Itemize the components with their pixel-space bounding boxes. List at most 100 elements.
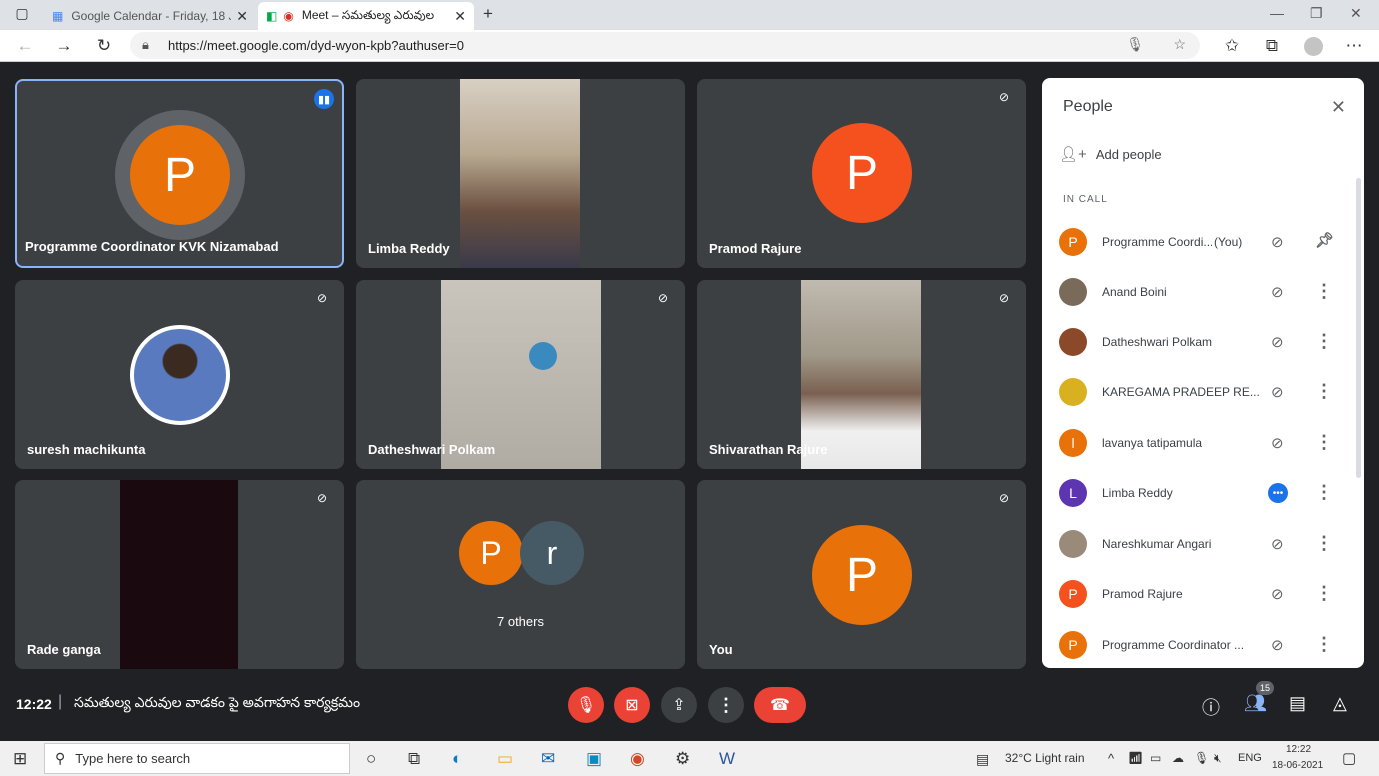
video-tile[interactable]: ⊘ Datheshwari Polkam xyxy=(356,280,685,469)
weather-icon[interactable]: ▤ xyxy=(976,751,989,768)
self-tile[interactable]: P ⊘ You xyxy=(697,480,1026,669)
minimize-icon[interactable]: — xyxy=(1270,5,1284,21)
others-tile[interactable]: P r 7 others xyxy=(356,480,685,669)
info-icon[interactable]: ⓘ xyxy=(1202,694,1220,720)
more-options-icon[interactable]: ⋮ xyxy=(1315,331,1333,352)
add-people-button[interactable]: 👤︎+ Add people xyxy=(1059,145,1162,163)
tab-actions-icon[interactable]: ▢ xyxy=(12,5,32,22)
more-options-icon[interactable]: ⋮ xyxy=(1315,533,1333,554)
close-tab-icon[interactable]: ✕ xyxy=(454,8,466,25)
participant-row[interactable]: Anand Boini ⊘ ⋮ xyxy=(1059,272,1349,312)
participant-row[interactable]: P Pramod Rajure ⊘ ⋮ xyxy=(1059,574,1349,614)
camera-toggle-button[interactable]: ⊠ xyxy=(614,687,650,723)
more-options-button[interactable]: ⋮ xyxy=(708,687,744,723)
add-person-icon: 👤︎+ xyxy=(1059,146,1087,163)
settings-icon[interactable]: ⚙ xyxy=(675,749,690,769)
chevron-up-icon[interactable]: ^ xyxy=(1108,751,1114,766)
collections-icon[interactable]: ⧉ xyxy=(1262,36,1282,56)
video-tile[interactable]: ⊘ Rade ganga xyxy=(15,480,344,669)
mic-off-icon: 🎙︎ xyxy=(575,697,597,714)
weather-text[interactable]: 32°C Light rain xyxy=(1005,751,1085,765)
hangup-icon: ☎︎ xyxy=(770,697,790,714)
network-icon[interactable]: 📶︎ xyxy=(1128,751,1143,765)
forward-icon[interactable]: → xyxy=(54,36,74,56)
taskbar-search[interactable]: ⚲ Type here to search xyxy=(44,743,350,774)
speaking-indicator-icon: ▮▮ xyxy=(314,89,334,109)
edge-icon[interactable]: ◐ xyxy=(452,749,462,769)
mic-off-icon: ⊘ xyxy=(999,491,1010,505)
participant-row[interactable]: Datheshwari Polkam ⊘ ⋮ xyxy=(1059,322,1349,362)
participant-count-badge: 15 xyxy=(1256,681,1274,695)
close-window-icon[interactable]: ✕ xyxy=(1350,5,1362,22)
tab-meet[interactable]: ◧ ◉ Meet – సమతుల్య ఎరువుల ✕ xyxy=(258,2,474,30)
participant-row[interactable]: P Programme Coordi... (You) ⊘ 📌︎ xyxy=(1059,222,1349,262)
ceiling-fan xyxy=(529,342,557,370)
chat-icon[interactable]: ▤ xyxy=(1289,693,1306,714)
language-indicator[interactable]: ENG xyxy=(1238,752,1262,764)
leave-call-button[interactable]: ☎︎ xyxy=(754,687,806,723)
avatar xyxy=(1059,278,1087,306)
more-options-icon[interactable]: ⋮ xyxy=(1315,281,1333,302)
video-tile[interactable]: ⊘ Shivarathan Rajure xyxy=(697,280,1026,469)
tab-calendar[interactable]: ▦ Google Calendar - Friday, 18 Jun ✕ xyxy=(44,2,256,30)
mic-off-icon: ⊘ xyxy=(1271,435,1284,452)
video-tile[interactable]: P ▮▮ Programme Coordinator KVK Nizamabad xyxy=(15,79,344,268)
battery-icon[interactable]: ▭ xyxy=(1150,751,1161,765)
onedrive-icon[interactable]: ☁ xyxy=(1172,751,1184,765)
scrollbar[interactable] xyxy=(1356,178,1361,478)
dell-app-icon[interactable]: ▣ xyxy=(586,749,602,769)
video-tile[interactable]: ⊘ suresh machikunta xyxy=(15,280,344,469)
microphone-icon[interactable]: 🎙︎ xyxy=(1194,751,1209,765)
notifications-icon[interactable]: ▢ xyxy=(1342,749,1356,767)
cortana-icon[interactable]: ○ xyxy=(366,749,376,769)
participant-name: Datheshwari Polkam xyxy=(368,442,496,457)
activities-icon[interactable]: ◬ xyxy=(1333,693,1347,714)
new-tab-icon[interactable]: + xyxy=(478,4,498,24)
close-panel-icon[interactable]: ✕ xyxy=(1331,97,1346,118)
favorites-icon[interactable]: ✩ xyxy=(1222,36,1242,56)
participant-row[interactable]: Nareshkumar Angari ⊘ ⋮ xyxy=(1059,524,1349,564)
participant-row[interactable]: L Limba Reddy ••• ⋮ xyxy=(1059,473,1349,513)
mail-icon[interactable]: ✉ xyxy=(541,749,555,769)
participant-name: Anand Boini xyxy=(1102,285,1167,299)
close-tab-icon[interactable]: ✕ xyxy=(236,8,248,25)
participant-row[interactable]: P Programme Coordinator ... ⊘ ⋮ xyxy=(1059,625,1349,665)
pin-icon[interactable]: 📌︎ xyxy=(1315,231,1334,249)
maximize-icon[interactable]: ❐ xyxy=(1310,5,1323,22)
avatar: P xyxy=(1059,580,1087,608)
powerpoint-icon[interactable]: ◉ xyxy=(630,749,645,769)
more-options-icon[interactable]: ⋮ xyxy=(1315,583,1333,604)
avatar: P xyxy=(812,525,912,625)
mic-toggle-button[interactable]: 🎙︎ xyxy=(568,687,604,723)
more-options-icon[interactable]: ⋮ xyxy=(1315,482,1333,503)
file-explorer-icon[interactable]: ▭ xyxy=(497,749,513,769)
video-tile[interactable]: Limba Reddy xyxy=(356,79,685,268)
participant-row[interactable]: l lavanya tatipamula ⊘ ⋮ xyxy=(1059,423,1349,463)
more-icon[interactable]: ⋯ xyxy=(1344,36,1364,56)
reload-icon[interactable]: ↻ xyxy=(94,36,114,56)
back-icon[interactable]: ← xyxy=(15,36,35,56)
favorite-icon[interactable]: ☆ xyxy=(1173,36,1186,53)
url-field[interactable]: 🔒︎ https://meet.google.com/dyd-wyon-kpb?… xyxy=(130,32,1200,59)
more-options-icon[interactable]: ⋮ xyxy=(1315,381,1333,402)
tab-title: Meet – సమతుల్య ఎరువుల xyxy=(301,7,435,22)
people-panel: People ✕ 👤︎+ Add people IN CALL P Progra… xyxy=(1042,78,1364,668)
clock-date[interactable]: 18-06-2021 xyxy=(1272,760,1323,771)
present-button[interactable]: ⇪ xyxy=(661,687,697,723)
people-icon[interactable]: 👥︎ xyxy=(1244,693,1267,714)
participant-name: Programme Coordinator ... xyxy=(1102,638,1245,652)
mic-off-icon: ⊘ xyxy=(317,291,328,305)
participant-row[interactable]: KAREGAMA PRADEEP RE... ⊘ ⋮ xyxy=(1059,372,1349,412)
more-options-icon[interactable]: ⋮ xyxy=(1315,634,1333,655)
volume-muted-icon[interactable]: 🔇︎ xyxy=(1214,751,1222,766)
video-tile[interactable]: P ⊘ Pramod Rajure xyxy=(697,79,1026,268)
url-text: https://meet.google.com/dyd-wyon-kpb?aut… xyxy=(168,38,464,53)
windows-start-icon[interactable]: ⊞ xyxy=(13,749,27,769)
clock-time[interactable]: 12:22 xyxy=(1286,744,1311,755)
microphone-icon[interactable]: 🎙︎ xyxy=(1126,36,1144,53)
more-options-icon[interactable]: ⋮ xyxy=(1315,432,1333,453)
lock-icon: 🔒︎ xyxy=(142,37,149,52)
task-view-icon[interactable]: ⧉ xyxy=(408,749,420,769)
word-icon[interactable]: W xyxy=(719,749,735,769)
profile-avatar[interactable] xyxy=(1304,37,1323,56)
